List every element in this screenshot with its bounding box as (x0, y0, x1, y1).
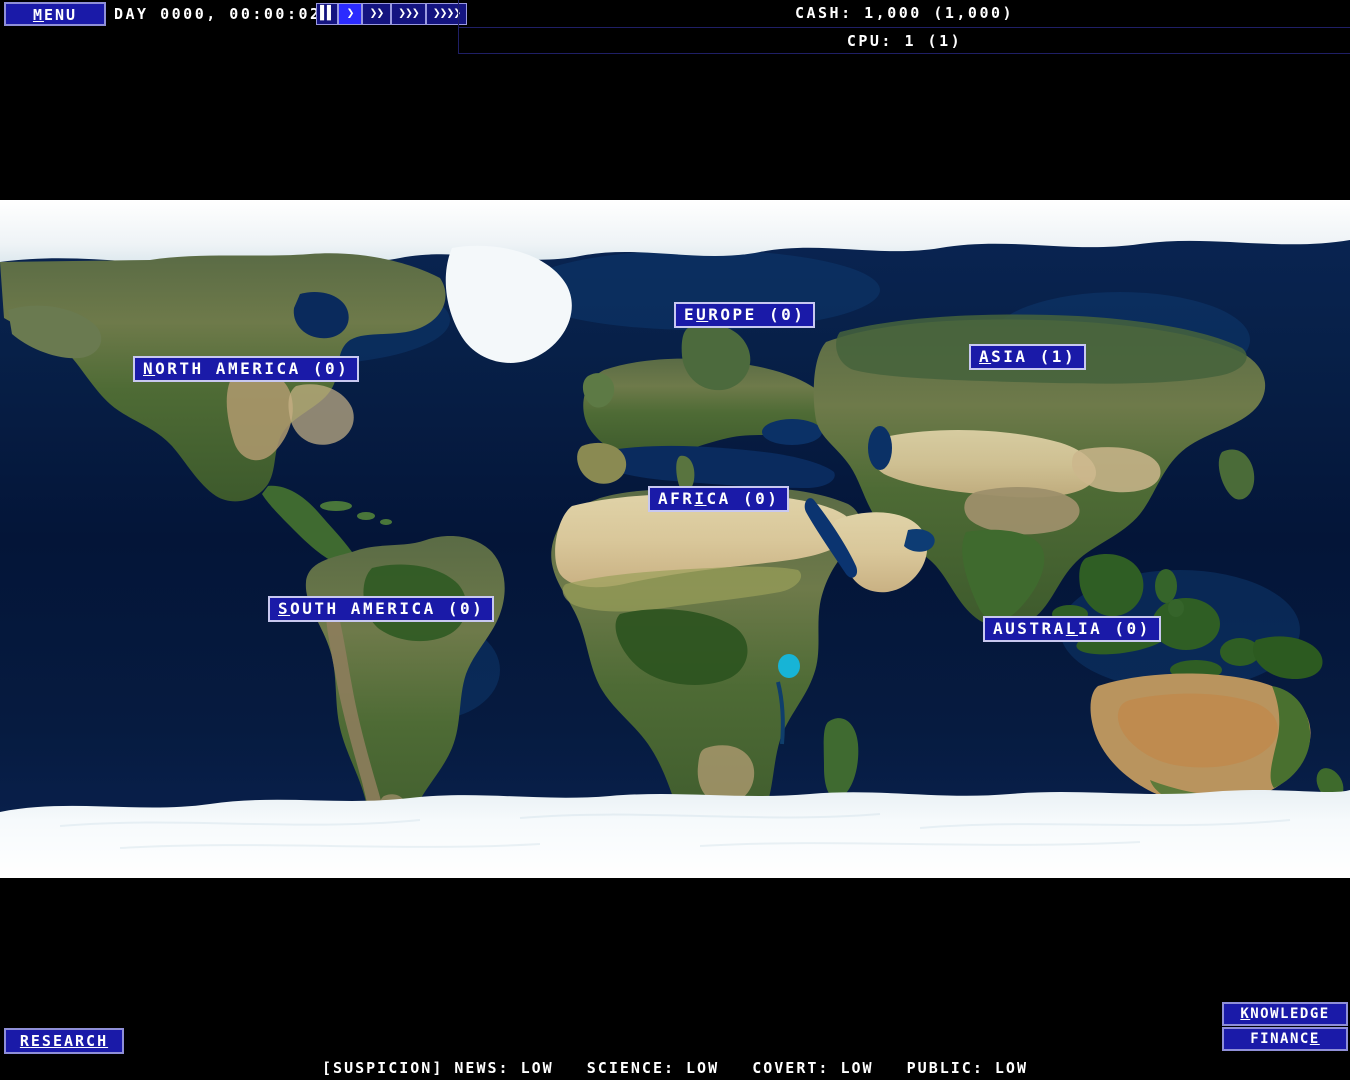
menu-hotkey: M (33, 6, 44, 24)
cpu-readout: CPU: 1 (1) (459, 27, 1350, 54)
lake-victoria (778, 654, 800, 678)
caspian-sea (868, 426, 892, 470)
continent-label-asia[interactable]: ASIA (1) (969, 344, 1086, 370)
cash-readout: CASH: 1,000 (1,000) (459, 0, 1350, 27)
knowledge-hotkey: K (1240, 1006, 1250, 1022)
speed-1x-button[interactable]: ❯ (338, 3, 362, 25)
continent-label-europe[interactable]: EUROPE (0) (674, 302, 815, 328)
label-prefix: AUSTRA (993, 619, 1066, 638)
continent-label-south-america[interactable]: SOUTH AMERICA (0) (268, 596, 494, 622)
knowledge-button[interactable]: KNOWLEDGE (1222, 1002, 1348, 1026)
hotkey-letter: A (979, 347, 991, 366)
hotkey-letter: I (694, 489, 706, 508)
research-label: ESEARCH (31, 1032, 108, 1050)
fast-forward-4x-icon: ❯❯❯❯ (433, 6, 460, 21)
finance-button[interactable]: FINANCE (1222, 1027, 1348, 1051)
label-text: ORTH AMERICA (0) (155, 359, 349, 378)
speed-3x-button[interactable]: ❯❯❯ (391, 3, 426, 25)
label-text: ROPE (0) (708, 305, 805, 324)
finance-label: FINANC (1250, 1031, 1310, 1047)
label-text: OUTH AMERICA (0) (290, 599, 484, 618)
speed-2x-button[interactable]: ❯❯ (362, 3, 391, 25)
knowledge-label: NOWLEDGE (1250, 1006, 1329, 1022)
pause-icon: ▌▌ (320, 6, 334, 21)
label-text: IA (0) (1078, 619, 1151, 638)
continent-label-north-america[interactable]: NORTH AMERICA (0) (133, 356, 359, 382)
finance-hotkey: E (1310, 1031, 1320, 1047)
continent-label-africa[interactable]: AFRICA (0) (648, 486, 789, 512)
menu-label-rest: ENU (44, 6, 77, 24)
speed-pause-button[interactable]: ▌▌ (316, 3, 338, 25)
hotkey-letter: U (696, 305, 708, 324)
suspicion-status-bar: [SUSPICION] NEWS: LOW SCIENCE: LOW COVER… (0, 1056, 1350, 1080)
continent-label-australia[interactable]: AUSTRALIA (0) (983, 616, 1161, 642)
black-sea (762, 419, 822, 445)
label-prefix: AFR (658, 489, 694, 508)
label-text: SIA (1) (991, 347, 1076, 366)
label-prefix: E (684, 305, 696, 324)
resource-panel: CASH: 1,000 (1,000) CPU: 1 (1) (458, 0, 1350, 54)
label-text: CA (0) (707, 489, 780, 508)
game-clock: DAY 0000, 00:00:02 (114, 2, 322, 26)
hotkey-letter: L (1066, 619, 1078, 638)
research-hotkey: R (20, 1032, 31, 1050)
play-icon: ❯ (347, 6, 354, 21)
fast-forward-2x-icon: ❯❯ (370, 6, 384, 21)
hotkey-letter: N (143, 359, 155, 378)
fast-forward-3x-icon: ❯❯❯ (398, 6, 418, 21)
research-button[interactable]: RESEARCH (4, 1028, 124, 1054)
hotkey-letter: S (278, 599, 290, 618)
menu-button[interactable]: MENU (4, 2, 106, 26)
speed-controls[interactable]: ▌▌ ❯ ❯❯ ❯❯❯ ❯❯❯❯ (316, 3, 467, 25)
